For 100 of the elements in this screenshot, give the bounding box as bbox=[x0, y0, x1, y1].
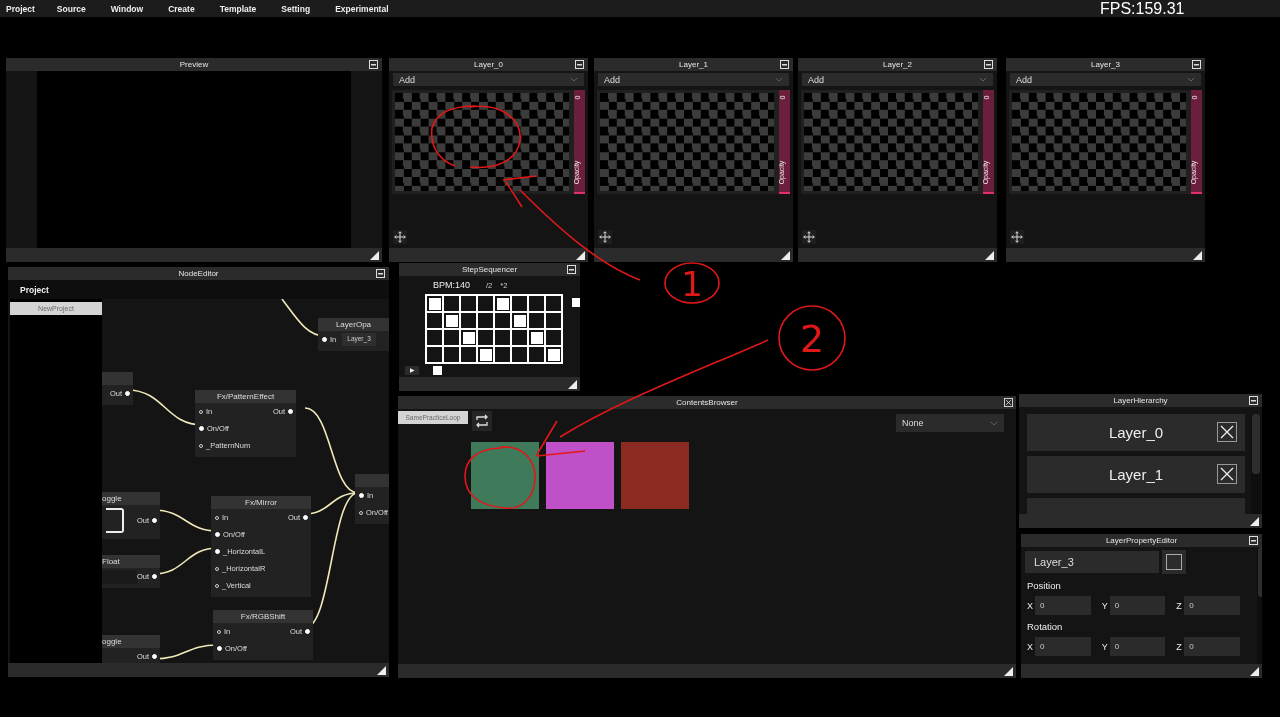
axis-label: X bbox=[1027, 641, 1034, 652]
move-icon[interactable] bbox=[802, 230, 816, 244]
blend-mode-dropdown[interactable]: Add bbox=[802, 73, 993, 86]
step-cell[interactable] bbox=[494, 312, 511, 329]
layer-name-field[interactable]: Layer_3 bbox=[1025, 551, 1159, 573]
step-cell[interactable] bbox=[545, 346, 562, 363]
step-cell[interactable] bbox=[443, 346, 460, 363]
collapse-icon[interactable] bbox=[575, 60, 584, 69]
step-cell[interactable] bbox=[511, 329, 528, 346]
step-cell[interactable] bbox=[426, 329, 443, 346]
step-cell[interactable] bbox=[460, 346, 477, 363]
node-title: Fx/Mirror bbox=[245, 498, 277, 507]
window-title: Layer_2 bbox=[883, 60, 912, 69]
resize-grip-icon[interactable] bbox=[1193, 251, 1202, 260]
axis-label: X bbox=[1027, 600, 1034, 611]
step-cell[interactable] bbox=[528, 295, 545, 312]
step-cell[interactable] bbox=[545, 329, 562, 346]
step-cell[interactable] bbox=[460, 329, 477, 346]
node-title: LayerOpa bbox=[335, 320, 372, 329]
axis-label: Y bbox=[1101, 641, 1109, 652]
collapse-icon[interactable] bbox=[780, 60, 789, 69]
blend-mode-dropdown[interactable]: Add bbox=[1010, 73, 1201, 86]
step-cell[interactable] bbox=[528, 329, 545, 346]
layer-row[interactable]: Layer_0 bbox=[1027, 414, 1245, 451]
move-icon[interactable] bbox=[393, 230, 407, 244]
resize-grip-icon[interactable] bbox=[377, 666, 386, 675]
close-icon[interactable] bbox=[1004, 398, 1013, 407]
window-title: Layer_1 bbox=[679, 60, 708, 69]
step-cell[interactable] bbox=[426, 346, 443, 363]
loop-button[interactable] bbox=[472, 411, 492, 431]
number-field[interactable]: 0 bbox=[1109, 596, 1166, 615]
number-field[interactable]: 0 bbox=[1109, 637, 1166, 656]
collapse-icon[interactable] bbox=[984, 60, 993, 69]
step-cell[interactable] bbox=[443, 312, 460, 329]
visibility-checkbox[interactable] bbox=[1162, 550, 1186, 574]
scrollbar-thumb[interactable] bbox=[1252, 414, 1260, 474]
window-title: LayerPropertyEditor bbox=[1105, 536, 1178, 545]
delete-icon[interactable] bbox=[1217, 464, 1237, 484]
step-cell[interactable] bbox=[477, 346, 494, 363]
node-title: oggle bbox=[102, 637, 122, 646]
node-title: oggle bbox=[102, 494, 122, 503]
step-cell[interactable] bbox=[477, 312, 494, 329]
move-icon[interactable] bbox=[598, 230, 612, 244]
step-cell[interactable] bbox=[528, 312, 545, 329]
window-title: Layer_3 bbox=[1091, 60, 1120, 69]
collapse-icon[interactable] bbox=[369, 60, 378, 69]
delete-icon[interactable] bbox=[1217, 422, 1237, 442]
video-thumbnail[interactable] bbox=[621, 442, 689, 509]
step-cell[interactable] bbox=[443, 295, 460, 312]
toggle-box[interactable] bbox=[106, 508, 124, 533]
move-icon[interactable] bbox=[1010, 230, 1024, 244]
video-thumbnail[interactable] bbox=[471, 442, 539, 509]
number-field[interactable]: 0 bbox=[1184, 596, 1240, 615]
menu-item[interactable]: Project bbox=[0, 3, 41, 14]
indicator-square bbox=[572, 298, 580, 307]
section-label: Rotation bbox=[1027, 621, 1064, 632]
step-cell[interactable] bbox=[460, 312, 477, 329]
collapse-icon[interactable] bbox=[1192, 60, 1201, 69]
menu-item[interactable]: Setting bbox=[275, 3, 317, 14]
step-cell[interactable] bbox=[511, 312, 528, 329]
blend-mode-dropdown[interactable]: Add bbox=[393, 73, 584, 86]
circled-number: 2 bbox=[778, 305, 846, 371]
step-cell[interactable] bbox=[511, 295, 528, 312]
step-cell[interactable] bbox=[494, 329, 511, 346]
step-cell[interactable] bbox=[545, 295, 562, 312]
menu-item[interactable]: Window bbox=[104, 3, 150, 14]
number-field[interactable]: 0 bbox=[1184, 637, 1240, 656]
resize-grip-icon[interactable] bbox=[985, 251, 994, 260]
step-cell[interactable] bbox=[426, 312, 443, 329]
step-cell[interactable] bbox=[528, 346, 545, 363]
menu-item[interactable]: Experimental bbox=[329, 3, 395, 14]
menu-item[interactable]: Create bbox=[162, 3, 201, 14]
filter-dropdown[interactable]: None bbox=[896, 414, 1004, 432]
step-cell[interactable] bbox=[426, 295, 443, 312]
bpm-label: BPM:140 bbox=[433, 280, 471, 290]
menu-item[interactable]: Source bbox=[50, 3, 92, 14]
step-cell[interactable] bbox=[494, 295, 511, 312]
window-title: NodeEditor bbox=[178, 269, 219, 278]
video-thumbnail[interactable] bbox=[546, 442, 614, 509]
number-field[interactable]: 0 bbox=[1034, 596, 1091, 615]
step-cell[interactable] bbox=[477, 329, 494, 346]
collapse-icon[interactable] bbox=[376, 269, 385, 278]
number-field[interactable]: 0 bbox=[1034, 637, 1091, 656]
step-cell[interactable] bbox=[545, 312, 562, 329]
step-cell[interactable] bbox=[460, 295, 477, 312]
layer-row[interactable]: Layer_1 bbox=[1027, 456, 1245, 493]
step-cell[interactable] bbox=[443, 329, 460, 346]
step-cell[interactable] bbox=[494, 346, 511, 363]
menu-item[interactable]: Template bbox=[213, 3, 263, 14]
step-cell[interactable] bbox=[511, 346, 528, 363]
window-title: Layer_0 bbox=[474, 60, 503, 69]
resize-grip-icon[interactable] bbox=[1250, 667, 1259, 676]
indicator-square bbox=[433, 366, 442, 375]
blend-mode-dropdown[interactable]: Add bbox=[598, 73, 789, 86]
collapse-icon[interactable] bbox=[1249, 536, 1258, 545]
node-field[interactable] bbox=[102, 569, 137, 584]
collapse-icon[interactable] bbox=[567, 265, 576, 274]
step-cell[interactable] bbox=[477, 295, 494, 312]
collapse-icon[interactable] bbox=[1249, 396, 1258, 405]
chevron-down-icon bbox=[570, 77, 578, 82]
